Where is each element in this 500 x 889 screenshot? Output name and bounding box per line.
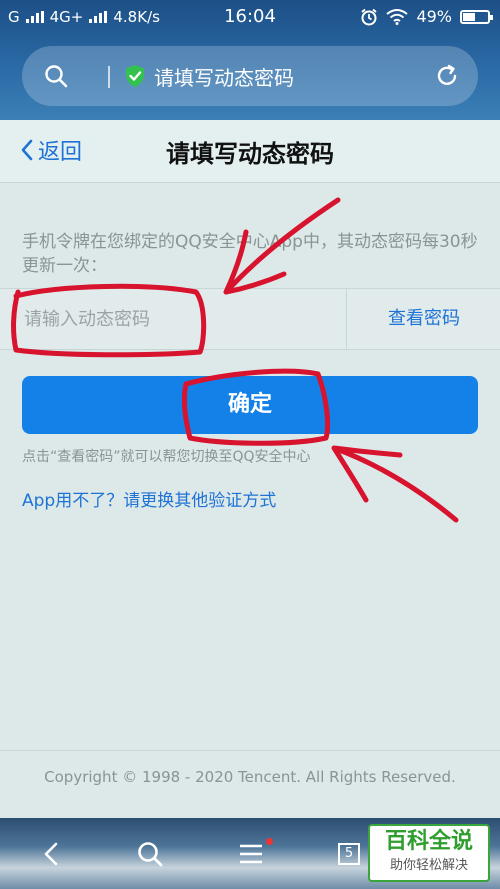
view-password-button[interactable]: 查看密码 <box>348 289 500 349</box>
refresh-icon[interactable] <box>434 63 460 89</box>
menu-icon[interactable] <box>237 840 265 868</box>
status-bar: G 4G+ 4.8K/s 16:04 49% <box>0 0 500 34</box>
status-right: 49% <box>360 7 493 26</box>
watermark-line2: 助你轻松解决 <box>389 858 468 873</box>
copyright-text: Copyright © 1998 - 2020 Tencent. All Rig… <box>44 768 456 786</box>
notification-dot <box>266 838 273 845</box>
wifi-icon <box>386 8 409 25</box>
back-arrow-icon[interactable] <box>38 840 66 868</box>
page-header: 返回 请填写动态密码 <box>0 120 500 183</box>
search-icon[interactable] <box>44 64 68 88</box>
hint-text: 点击“查看密码”就可以帮您切换至QQ安全中心 <box>22 449 311 465</box>
shield-check-icon <box>126 65 144 87</box>
alternative-verification-link[interactable]: App用不了？请更换其他验证方式 <box>22 486 276 511</box>
address-title[interactable]: 请填写动态密码 <box>154 62 294 91</box>
dynamic-password-input[interactable] <box>22 301 326 337</box>
page-title: 请填写动态密码 <box>166 140 334 168</box>
battery-percent: 49% <box>416 7 452 26</box>
battery-fill <box>463 12 475 21</box>
tabs-button[interactable]: 5 <box>338 843 360 865</box>
address-bar[interactable]: 请填写动态密码 <box>22 46 478 106</box>
address-divider <box>108 66 110 88</box>
password-input-row: 查看密码 <box>0 288 500 350</box>
footer-divider <box>0 750 500 751</box>
confirm-button[interactable]: 确定 <box>22 376 478 434</box>
search-icon[interactable] <box>136 840 164 868</box>
alarm-icon <box>361 8 378 25</box>
watermark-line1: 百科全说 <box>384 829 473 854</box>
description-text: 手机令牌在您绑定的QQ安全中心App中，其动态密码每30秒更新一次： <box>22 232 478 276</box>
baike-watermark-logo: 百科全说 助你轻松解决 <box>368 824 490 882</box>
annotation-arrow-confirm <box>331 445 459 523</box>
battery-icon <box>460 9 493 24</box>
input-divider <box>346 289 347 349</box>
